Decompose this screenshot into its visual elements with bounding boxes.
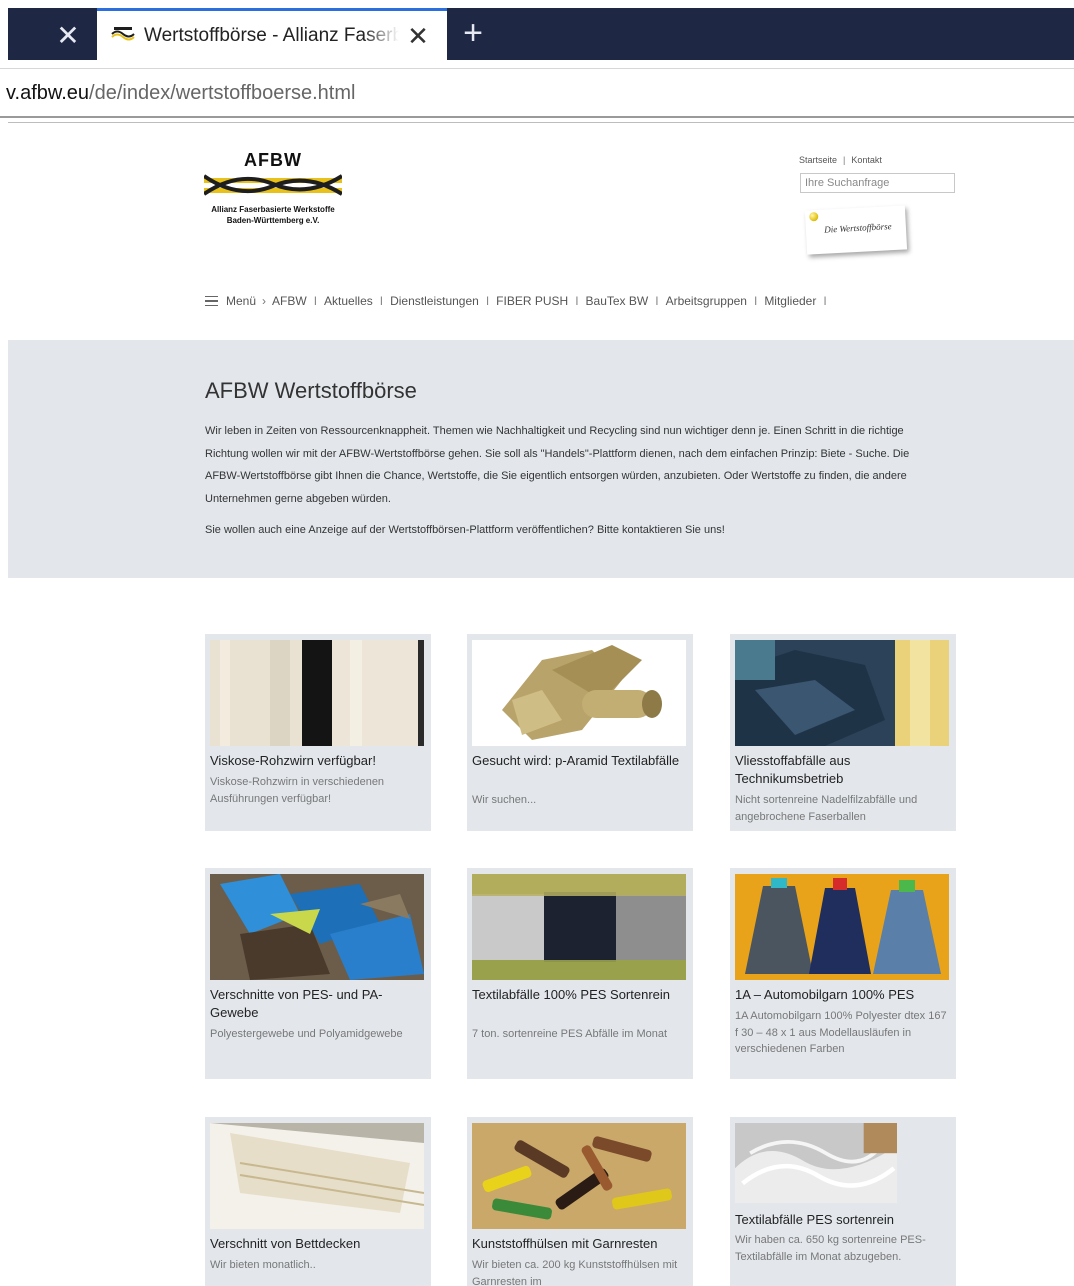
nav-item-fiber-push[interactable]: FIBER PUSH [496,294,568,308]
card-title: Vliesstoffabfälle aus Technikumsbetrieb [735,753,851,786]
nav-separator: I [379,294,384,308]
address-bar[interactable]: v.afbw.eu/de/index/wertstoffboerse.html [0,68,1074,118]
nav-separator: I [313,294,318,308]
card-title: 1A – Automobilgarn 100% PES [735,987,915,1002]
card-title: Verschnitte von PES- und PA-Gewebe [210,987,383,1020]
wertstoffboerse-sticky-note[interactable]: Die Wertstoffbörse [804,205,908,255]
chevron-right-icon: › [262,294,267,308]
top-links: Startseite | Kontakt [799,155,882,165]
nav-separator: I [823,294,827,308]
card-title: Verschnitt von Bettdecken [210,1236,361,1251]
listing-card[interactable]: Textilabfälle 100% PES Sortenrein 7 ton.… [467,868,693,1079]
card-description: Nicht sortenreine Nadelfilzabfälle und a… [735,794,918,823]
nav-separator: I [575,294,579,308]
pes-fiber-photo [735,1123,897,1203]
link-startseite[interactable]: Startseite [799,155,837,165]
tab-title: Wertstoffbörse - Allianz Faserbasierte W… [144,25,399,46]
pes-pa-fabric-photo [210,874,424,980]
card-title: Viskose-Rohzwirn verfügbar! [210,753,376,768]
card-description: Wir bieten ca. 200 kg Kunststoffhülsen m… [472,1259,678,1286]
card-title: Textilabfälle 100% PES Sortenrein [472,987,671,1002]
logo-subtitle-line2: Baden-Württemberg e.V. [226,216,320,225]
listing-card[interactable]: Verschnitt von Bettdecken Wir bieten mon… [205,1117,431,1286]
afbw-logo[interactable]: AFBW Allianz Faserbasierte Werkstoffe Ba… [204,150,342,230]
page-title: AFBW Wertstoffbörse [205,378,417,403]
nav-menu[interactable]: Menü [226,294,256,308]
aramid-scraps-photo [472,640,686,746]
chrome-divider [8,122,1074,123]
card-description: Wir haben ca. 650 kg sortenreine PES-Tex… [735,1234,926,1263]
nav-separator: I [753,294,758,308]
sticky-note-label: Die Wertstoffbörse [823,221,892,235]
listing-card[interactable]: Textilabfälle PES sortenrein Wir haben c… [730,1117,956,1286]
main-navigation: Menü › AFBW I Aktuelles I Dienstleistung… [205,292,834,310]
search-input[interactable] [800,173,955,193]
automotive-yarn-photo [735,874,949,980]
nav-item-dienstleistungen[interactable]: Dienstleistungen [390,294,479,308]
nav-item-bautex-bw[interactable]: BauTex BW [586,294,649,308]
card-description: 7 ton. sortenreine PES Abfälle im Monat [472,1028,668,1040]
card-title: Kunststoffhülsen mit Garnresten [472,1236,658,1251]
url-text[interactable]: v.afbw.eu/de/index/wertstoffboerse.html [6,80,355,106]
card-title: Gesucht wird: p-Aramid Textilabfälle [472,753,680,768]
card-description: Polyestergewebe und Polyamidgewebe [210,1028,403,1040]
listing-card[interactable]: Gesucht wird: p-Aramid Textilabfälle Wir… [467,634,693,831]
nonwoven-waste-photo [735,640,949,746]
duvet-offcut-photo [210,1123,424,1229]
card-description: Wir suchen... [472,794,537,806]
close-icon[interactable]: ✕ [50,18,86,54]
intro-section: AFBW Wertstoffbörse Wir leben in Zeiten … [8,340,1074,578]
logo-subtitle: Allianz Faserbasierte Werkstoffe Baden-W… [204,204,342,226]
nav-separator: I [485,294,490,308]
intro-paragraph: Wir leben in Zeiten von Ressourcenknapph… [205,425,910,505]
afbw-favicon-icon [111,27,135,41]
pes-textile-waste-photo [472,874,686,980]
url-path: /de/index/wertstoffboerse.html [89,82,356,104]
intro-contact-note: Sie wollen auch eine Anzeige auf der Wer… [205,524,725,536]
nav-separator: I [655,294,659,308]
new-tab-icon[interactable]: + [455,16,491,52]
nav-item-afbw[interactable]: AFBW [272,294,307,308]
link-kontakt[interactable]: Kontakt [851,155,882,165]
nav-item-aktuelles[interactable]: Aktuelles [324,294,373,308]
listing-card[interactable]: Viskose-Rohzwirn verfügbar! Viskose-Rohz… [205,634,431,831]
browser-tab-bar: ✕ Wertstoffbörse - Allianz Faserbasierte… [0,0,1074,62]
card-description: Viskose-Rohzwirn in verschiedenen Ausfüh… [210,776,385,805]
listing-card[interactable]: Kunststoffhülsen mit Garnresten Wir biet… [467,1117,693,1286]
card-description: 1A Automobilgarn 100% Polyester dtex 167… [735,1010,947,1055]
viscose-yarn-photo [210,640,424,746]
plastic-tubes-photo [472,1123,686,1229]
tab-close-icon[interactable]: ✕ [402,20,434,52]
pin-icon [809,211,819,222]
hamburger-menu-icon[interactable] [205,296,218,306]
logo-subtitle-line1: Allianz Faserbasierte Werkstoffe [211,205,335,214]
active-tab[interactable]: Wertstoffbörse - Allianz Faserbasierte W… [97,8,447,62]
listing-card[interactable]: Vliesstoffabfälle aus Technikumsbetrieb … [730,634,956,831]
url-host: v.afbw.eu [6,82,90,104]
top-links-separator: | [843,155,846,165]
logo-waves-icon [204,174,342,196]
listing-card[interactable]: Verschnitte von PES- und PA-Gewebe Polye… [205,868,431,1079]
logo-name: AFBW [244,150,302,170]
card-title: Textilabfälle PES sortenrein [735,1212,894,1227]
nav-item-mitglieder[interactable]: Mitglieder [764,294,816,308]
card-description: Wir bieten monatlich.. [210,1259,316,1271]
nav-item-arbeitsgruppen[interactable]: Arbeitsgruppen [666,294,747,308]
listing-card[interactable]: 1A – Automobilgarn 100% PES 1A Automobil… [730,868,956,1079]
